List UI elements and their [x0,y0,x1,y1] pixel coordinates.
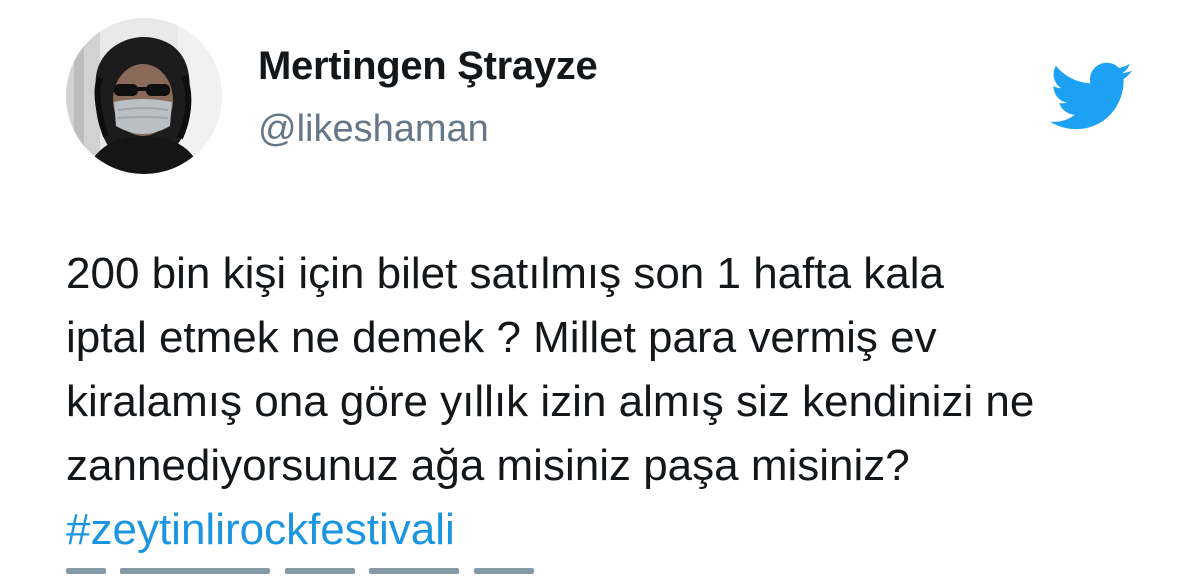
tweet-text-line: kiralamış ona göre yıllık izin almış siz… [66,377,1035,426]
avatar-photo [66,18,222,174]
cropped-text-fragment [120,568,271,574]
tweet-text-line: 200 bin kişi için bilet satılmış son 1 h… [66,249,945,298]
author-avatar[interactable] [66,18,222,174]
hashtag-link[interactable]: #zeytinlirockfestivali [66,498,1176,562]
cropped-text-fragment [66,568,106,574]
tweet-text-line: iptal etmek ne demek ? Millet para vermi… [66,313,937,362]
twitter-bird-icon[interactable] [1046,60,1134,132]
author-display-name[interactable]: Mertingen Ştrayze [258,44,598,89]
cropped-text-fragment [284,568,355,574]
tweet-text-line: zannediyorsunuz ağa misiniz paşa misiniz… [66,441,910,490]
cropped-timestamp-line [66,568,626,583]
cropped-text-fragment [473,568,534,574]
tweet-card: Mertingen Ştrayze @likeshaman 200 bin ki… [0,0,1200,583]
cropped-text-fragment [369,568,460,574]
author-handle[interactable]: @likeshaman [258,108,489,151]
tweet-text: 200 bin kişi için bilet satılmış son 1 h… [66,242,1176,562]
